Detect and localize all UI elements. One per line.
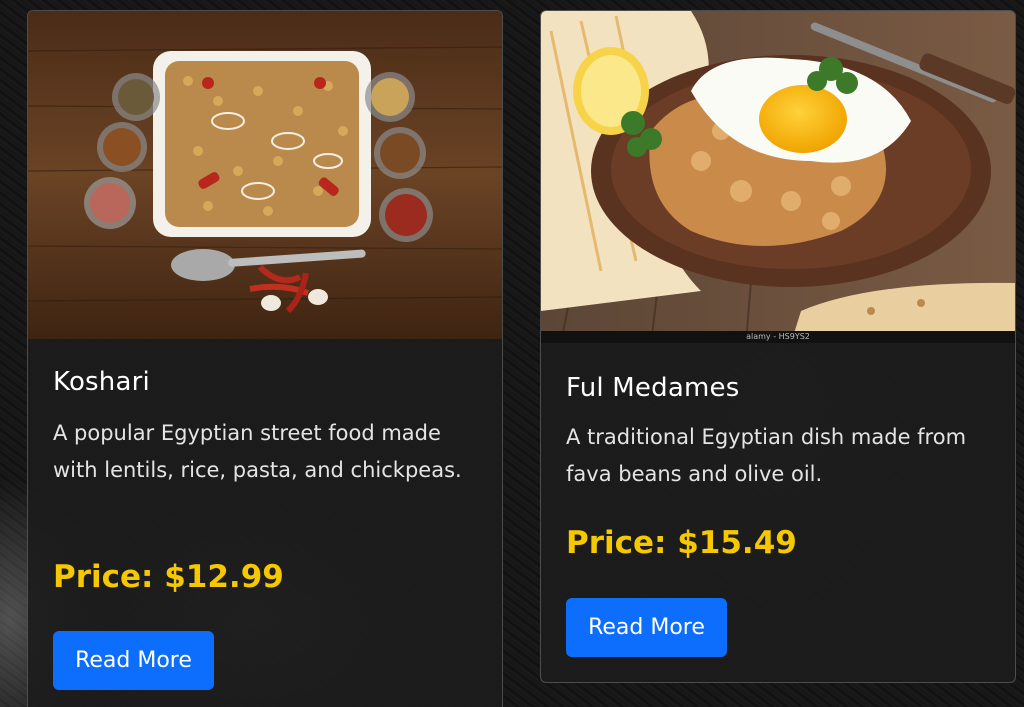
menu-card-ful-medames: alamy - HS9YS2 Ful Medames A traditional… [540,10,1016,683]
dish-price: Price: $12.99 [53,559,284,595]
koshari-image [28,11,502,339]
menu-card-koshari: Koshari A popular Egyptian street food m… [27,10,503,707]
dish-title: Koshari [53,367,150,397]
read-more-button[interactable]: Read More [53,631,214,690]
dish-description: A traditional Egyptian dish made from fa… [566,425,967,486]
image-watermark: alamy - HS9YS2 [541,331,1015,343]
koshari-photo [28,11,502,339]
ful-medames-photo [541,11,1015,343]
dish-description: A popular Egyptian street food made with… [53,421,462,482]
dish-title: Ful Medames [566,373,740,403]
ful-medames-image: alamy - HS9YS2 [541,11,1015,343]
read-more-button[interactable]: Read More [566,598,727,657]
dish-price: Price: $15.49 [566,525,797,561]
